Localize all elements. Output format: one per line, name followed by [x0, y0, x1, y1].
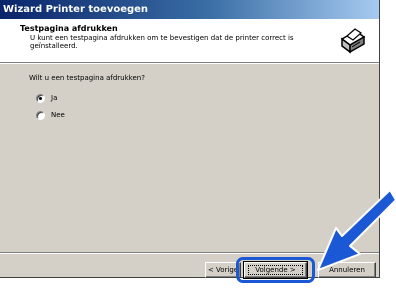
wizard-header: Testpagina afdrukken U kunt een testpagi… [0, 19, 379, 63]
radio-option-nee[interactable]: Nee [36, 109, 65, 121]
header-subtitle: U kunt een testpagina afdrukken om te be… [30, 34, 294, 50]
radio-label-ja[interactable]: Ja [51, 94, 57, 102]
radio-button-ja[interactable] [36, 93, 45, 103]
radio-button-nee[interactable] [36, 110, 45, 120]
radio-label-nee[interactable]: Nee [51, 111, 65, 119]
header-title: Testpagina afdrukken [20, 24, 118, 33]
question-label: Wilt u een testpagina afdrukken? [29, 74, 145, 82]
window-title: Wizard Printer toevoegen [3, 4, 149, 15]
radio-option-ja[interactable]: Ja [36, 92, 57, 104]
printer-icon [340, 28, 366, 54]
pointer-arrow-icon [317, 190, 396, 271]
window-title-bar[interactable]: Wizard Printer toevoegen [0, 0, 379, 19]
header-divider [0, 63, 379, 64]
